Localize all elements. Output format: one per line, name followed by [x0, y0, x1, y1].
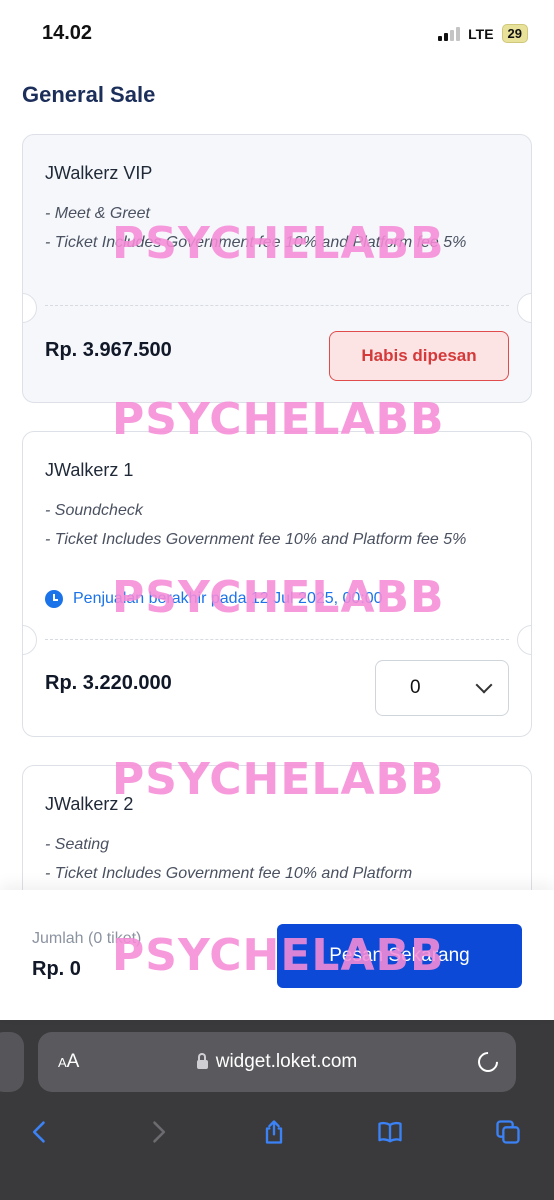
- network-type: LTE: [468, 25, 494, 42]
- browser-toolbar: [0, 1108, 554, 1158]
- section-title: General Sale: [22, 82, 156, 107]
- ticket-notch: [517, 293, 531, 323]
- signal-icon: [438, 26, 461, 41]
- sold-out-button: Habis dipesan: [329, 331, 509, 381]
- ticket-notch: [23, 625, 37, 655]
- bookmarks-button[interactable]: [370, 1112, 410, 1152]
- ticket-divider: [45, 305, 509, 306]
- forward-icon: [153, 1121, 166, 1143]
- quantity-select[interactable]: 0: [375, 660, 509, 716]
- url-text: widget.loket.com: [215, 1051, 358, 1072]
- status-indicators: LTE 29: [438, 24, 528, 43]
- battery-icon: 29: [501, 24, 528, 43]
- lock-icon: [196, 1052, 208, 1069]
- order-total: Rp. 0: [32, 958, 81, 980]
- previous-tab[interactable]: [0, 1032, 24, 1092]
- share-button[interactable]: [254, 1112, 294, 1152]
- ticket-description: - Seating - Ticket Includes Government f…: [45, 836, 413, 882]
- clock-icon: [45, 590, 63, 608]
- chevron-down-icon: [475, 676, 493, 694]
- share-icon: [265, 1120, 283, 1144]
- order-footer: Jumlah (0 tiket) Rp. 0 Pesan Sekarang: [0, 890, 554, 1020]
- bookmarks-icon: [378, 1121, 402, 1143]
- ticket-price: Rp. 3.967.500: [45, 339, 172, 361]
- ticket-card-vip: JWalkerz VIP - Meet & Greet - Ticket Inc…: [22, 134, 532, 403]
- forward-button[interactable]: [138, 1112, 178, 1152]
- ticket-notch: [23, 293, 37, 323]
- ticket-name: JWalkerz VIP: [45, 163, 153, 183]
- back-icon: [32, 1121, 45, 1143]
- status-bar: 14.02 LTE 29: [0, 0, 554, 66]
- browser-chrome: AAAA widget.loket.com: [0, 1020, 554, 1200]
- tabs-icon: [496, 1120, 520, 1144]
- ticket-name: JWalkerz 1: [45, 460, 134, 480]
- quantity-value: 0: [410, 677, 421, 698]
- tabs-button[interactable]: [488, 1112, 528, 1152]
- ticket-notch: [517, 625, 531, 655]
- ticket-description: - Meet & Greet - Ticket Includes Governm…: [45, 205, 467, 251]
- order-now-button[interactable]: Pesan Sekarang: [277, 924, 522, 988]
- ticket-card-1: JWalkerz 1 - Soundcheck - Ticket Include…: [22, 431, 532, 737]
- address-bar[interactable]: AAAA widget.loket.com: [38, 1032, 516, 1092]
- sale-end-text: Penjualan berakhir pada 12 Jul 2025, 00:…: [73, 590, 383, 607]
- ticket-description: - Soundcheck - Ticket Includes Governmen…: [45, 502, 467, 548]
- ticket-name: JWalkerz 2: [45, 794, 134, 814]
- back-button[interactable]: [20, 1112, 60, 1152]
- url-display: widget.loket.com: [38, 1051, 516, 1073]
- ticket-price: Rp. 3.220.000: [45, 672, 172, 694]
- status-time: 14.02: [42, 22, 93, 44]
- sale-end-notice: Penjualan berakhir pada 12 Jul 2025, 00:…: [45, 590, 383, 608]
- ticket-divider: [45, 639, 509, 640]
- ticket-count-label: Jumlah (0 tiket): [32, 930, 142, 947]
